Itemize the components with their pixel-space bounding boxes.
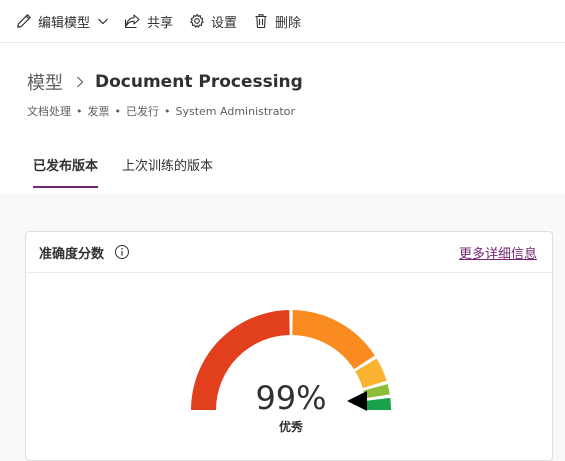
more-details-link[interactable]: 更多详细信息	[459, 243, 537, 262]
page-title: Document Processing	[95, 72, 303, 92]
version-tabs: 已发布版本 上次训练的版本	[33, 155, 213, 188]
breadcrumb: 模型 Document Processing	[27, 69, 303, 95]
card-header: 准确度分数 更多详细信息	[26, 232, 552, 273]
info-icon[interactable]	[114, 244, 130, 260]
accuracy-score-card: 准确度分数 更多详细信息 99% 优秀	[25, 231, 553, 461]
accuracy-score-value: 99%	[255, 379, 327, 417]
separator-dot: •	[114, 105, 122, 118]
model-kind: 发票	[87, 105, 110, 118]
gauge-segment-fair	[292, 310, 375, 370]
card-title: 准确度分数	[39, 246, 105, 262]
chevron-down-icon	[97, 15, 109, 27]
share-button[interactable]: 共享	[124, 0, 173, 42]
edit-model-label: 编辑模型	[38, 15, 91, 31]
gear-icon	[189, 13, 205, 29]
chevron-right-icon	[75, 75, 85, 89]
delete-button[interactable]: 删除	[253, 0, 301, 42]
accuracy-grade-label: 优秀	[278, 420, 303, 434]
model-metadata: 文档处理 • 发票 • 已发行 • System Administrator	[27, 103, 295, 119]
command-bar: 编辑模型 共享 设置 删除	[0, 0, 565, 43]
tab-published-version[interactable]: 已发布版本	[33, 155, 99, 188]
pencil-icon	[16, 13, 32, 29]
settings-label: 设置	[211, 15, 238, 31]
share-icon	[124, 13, 141, 29]
share-label: 共享	[147, 15, 174, 31]
model-type: 文档处理	[27, 105, 71, 118]
trash-icon	[253, 13, 269, 29]
breadcrumb-models-link[interactable]: 模型	[27, 69, 63, 95]
separator-dot: •	[164, 105, 171, 118]
page-header: 模型 Document Processing 文档处理 • 发票 • 已发行 • Syste…	[0, 43, 565, 193]
model-status: 已发行	[126, 105, 159, 118]
tab-last-trained-version[interactable]: 上次训练的版本	[122, 155, 213, 188]
gauge-needle	[347, 391, 367, 411]
settings-button[interactable]: 设置	[189, 0, 237, 42]
model-owner: System Administrator	[175, 105, 296, 118]
edit-model-button[interactable]: 编辑模型	[16, 0, 109, 42]
gauge-segment-excellent	[365, 397, 391, 410]
delete-label: 删除	[275, 15, 302, 31]
separator-dot: •	[76, 105, 83, 118]
